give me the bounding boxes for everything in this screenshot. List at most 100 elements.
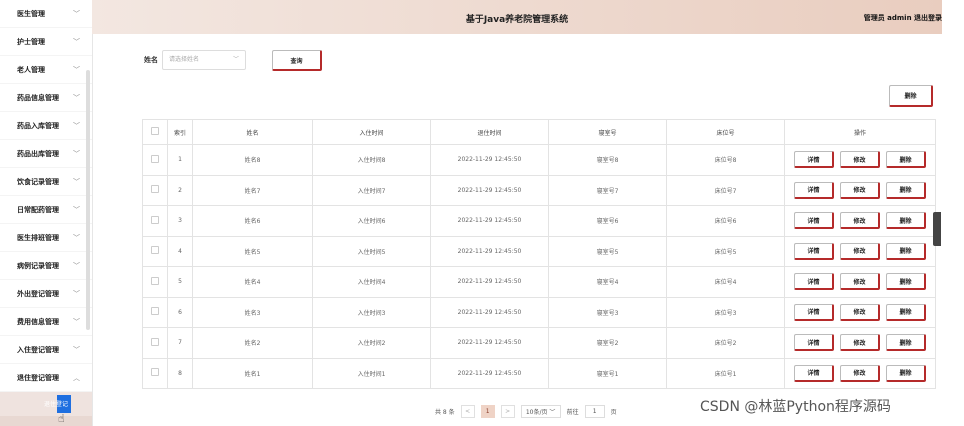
row-checkbox[interactable] [151, 337, 159, 346]
row-delete-button[interactable]: 删除 [886, 364, 926, 382]
cell-bed: 床位号2 [666, 327, 785, 359]
detail-button[interactable]: 详情 [794, 242, 834, 260]
sidebar-item[interactable]: 药品信息管理 ﹀ [0, 84, 92, 112]
edit-button[interactable]: 修改 [840, 212, 880, 230]
row-checkbox-cell [142, 144, 168, 176]
row-delete-button[interactable]: 删除 [886, 181, 926, 199]
cell-idx: 3 [167, 205, 193, 237]
edit-button[interactable]: 修改 [840, 334, 880, 352]
row-delete-button[interactable]: 删除 [886, 273, 926, 291]
cell-in: 入住时间8 [312, 144, 431, 176]
sidebar-scrollbar[interactable] [86, 70, 90, 330]
row-checkbox[interactable] [151, 276, 159, 285]
cell-in: 入住时间2 [312, 327, 431, 359]
cell-room: 寝室号5 [548, 235, 667, 267]
chevron-icon: ﹀ [73, 177, 80, 186]
column-header [142, 119, 168, 145]
page-1-button[interactable]: 1 [480, 405, 495, 418]
next-page-button[interactable]: > [500, 405, 515, 418]
edit-button[interactable]: 修改 [840, 273, 880, 291]
actions-cell: 详情 修改 删除 [784, 174, 936, 206]
sidebar-subitem-selected[interactable]: 退住登记 [0, 392, 92, 416]
row-checkbox[interactable] [151, 246, 159, 255]
row-checkbox[interactable] [151, 215, 159, 224]
cell-idx: 8 [167, 357, 193, 389]
detail-button[interactable]: 详情 [794, 181, 834, 199]
cell-room: 寝室号4 [548, 266, 667, 298]
cell-idx: 5 [167, 266, 193, 298]
sidebar-item[interactable]: 老人管理 ﹀ [0, 56, 92, 84]
sidebar-item[interactable]: 外出登记管理 ﹀ [0, 280, 92, 308]
cell-room: 寝室号6 [548, 205, 667, 237]
row-checkbox[interactable] [151, 368, 159, 377]
detail-button[interactable]: 详情 [794, 364, 834, 382]
detail-button[interactable]: 详情 [794, 151, 834, 169]
sidebar-item[interactable]: 医生管理 ﹀ [0, 0, 92, 28]
name-search-label: 姓名 [144, 56, 158, 64]
edit-button[interactable]: 修改 [840, 181, 880, 199]
page-size-select[interactable]: 10条/页 ﹀ [520, 405, 561, 418]
row-delete-button[interactable]: 删除 [886, 242, 926, 260]
table-row: 3 姓名6 入住时间6 2022-11-29 12:45:50 寝室号6 床位号6 详情 修改… [142, 205, 936, 237]
sidebar-item[interactable]: 医生排班管理 ﹀ [0, 224, 92, 252]
name-select[interactable]: 请选择姓名 ﹀ [162, 50, 246, 70]
row-delete-button[interactable]: 删除 [886, 151, 926, 169]
total-count: 共 8 条 [435, 409, 455, 416]
cell-name: 姓名6 [192, 205, 313, 237]
sidebar-item[interactable]: 护士管理 ﹀ [0, 28, 92, 56]
sidebar-item[interactable]: 费用信息管理 ﹀ [0, 308, 92, 336]
sidebar-item-label: 外出登记管理 [17, 289, 59, 298]
sidebar-item[interactable]: 药品入库管理 ﹀ [0, 112, 92, 140]
cell-idx: 2 [167, 174, 193, 206]
cell-in: 入住时间6 [312, 205, 431, 237]
goto-page-input[interactable]: 1 [584, 405, 605, 418]
row-checkbox[interactable] [151, 154, 159, 163]
row-delete-button[interactable]: 删除 [886, 334, 926, 352]
table-row: 2 姓名7 入住时间7 2022-11-29 12:45:50 寝室号7 床位号7 详情 修改… [142, 174, 936, 206]
chevron-icon: ﹀ [73, 93, 80, 102]
cell-name: 姓名5 [192, 235, 313, 267]
prev-page-button[interactable]: < [460, 405, 475, 418]
side-drawer-handle[interactable] [933, 212, 941, 246]
detail-button[interactable]: 详情 [794, 303, 834, 321]
chevron-icon: ﹀ [73, 9, 80, 18]
row-checkbox[interactable] [151, 307, 159, 316]
cell-room: 寝室号1 [548, 357, 667, 389]
sidebar-item[interactable]: 入住登记管理 ﹀ [0, 336, 92, 364]
sidebar-item[interactable]: 日常配药管理 ﹀ [0, 196, 92, 224]
table-row: 6 姓名3 入住时间3 2022-11-29 12:45:50 寝室号3 床位号3 详情 修改… [142, 296, 936, 328]
sidebar-item[interactable]: 病例记录管理 ﹀ [0, 252, 92, 280]
sidebar-item-next[interactable]: 健康档案管理 [0, 416, 92, 426]
cell-out: 2022-11-29 12:45:50 [430, 327, 549, 359]
actions-cell: 详情 修改 删除 [784, 296, 936, 328]
bulk-delete-button[interactable]: 删除 [889, 85, 933, 107]
detail-button[interactable]: 详情 [794, 212, 834, 230]
cell-bed: 床位号8 [666, 144, 785, 176]
edit-button[interactable]: 修改 [840, 303, 880, 321]
row-delete-button[interactable]: 删除 [886, 303, 926, 321]
cell-name: 姓名3 [192, 296, 313, 328]
chevron-icon: ﹀ [73, 149, 80, 158]
row-checkbox[interactable] [151, 185, 159, 194]
edit-button[interactable]: 修改 [840, 242, 880, 260]
cell-out: 2022-11-29 12:45:50 [430, 174, 549, 206]
select-all-checkbox[interactable] [151, 127, 159, 135]
sidebar-item-label: 病例记录管理 [17, 261, 59, 270]
cell-name: 姓名7 [192, 174, 313, 206]
cell-name: 姓名1 [192, 357, 313, 389]
edit-button[interactable]: 修改 [840, 364, 880, 382]
cell-bed: 床位号6 [666, 205, 785, 237]
cell-idx: 4 [167, 235, 193, 267]
user-logout[interactable]: 管理员 admin 退出登录 [864, 13, 942, 23]
query-button[interactable]: 查询 [272, 50, 322, 71]
detail-button[interactable]: 详情 [794, 334, 834, 352]
row-delete-button[interactable]: 删除 [886, 212, 926, 230]
row-checkbox-cell [142, 174, 168, 206]
sidebar-item[interactable]: 饮食记录管理 ﹀ [0, 168, 92, 196]
edit-button[interactable]: 修改 [840, 151, 880, 169]
detail-button[interactable]: 详情 [794, 273, 834, 291]
cell-out: 2022-11-29 12:45:50 [430, 235, 549, 267]
sidebar-item[interactable]: 药品出库管理 ﹀ [0, 140, 92, 168]
table-row: 1 姓名8 入住时间8 2022-11-29 12:45:50 寝室号8 床位号8 详情 修改… [142, 144, 936, 176]
sidebar-item[interactable]: 退住登记管理 ︿ [0, 364, 92, 392]
